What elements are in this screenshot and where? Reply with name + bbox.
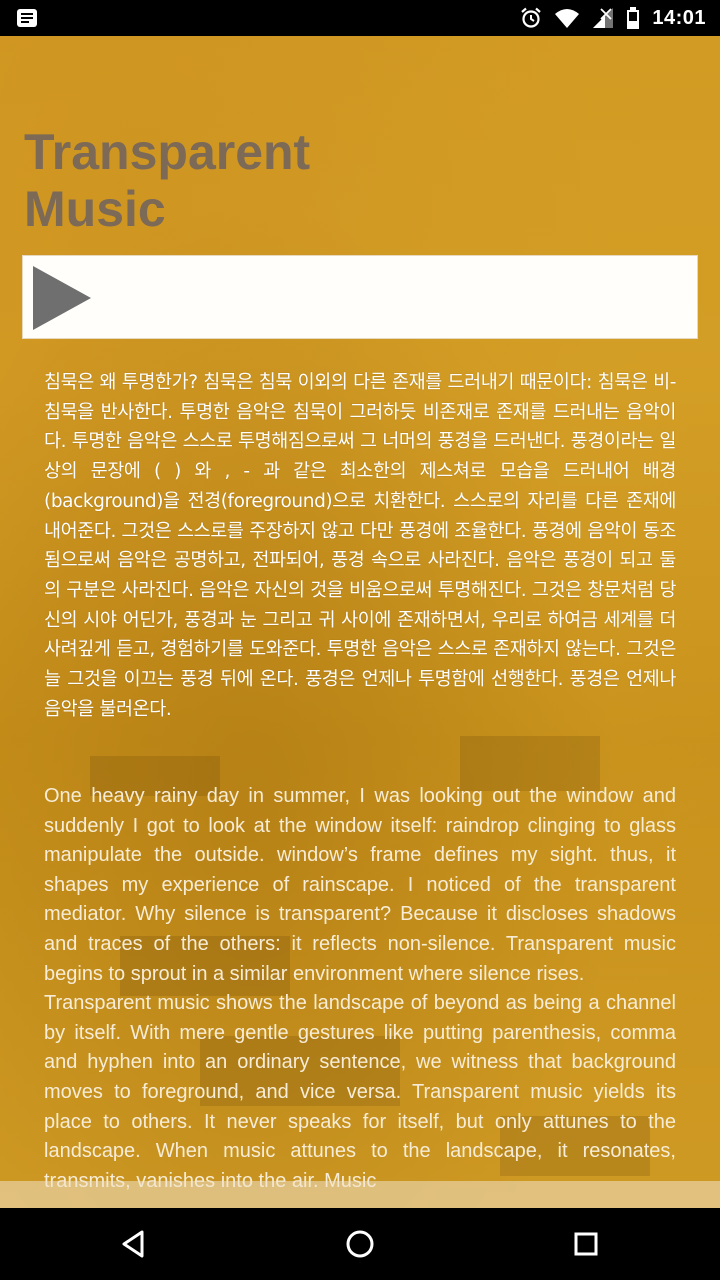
status-icons: 14:01 [520, 0, 706, 36]
english-text: One heavy rainy day in summer, I was loo… [44, 782, 676, 1196]
title-line-2: Music [24, 181, 166, 237]
navigation-bar [0, 1208, 720, 1280]
english-paragraph-1: One heavy rainy day in summer, I was loo… [44, 785, 676, 985]
korean-text: 침묵은 왜 투명한가? 침묵은 침묵 이외의 다른 존재를 드러내기 때문이다:… [44, 372, 676, 720]
battery-icon [627, 7, 640, 29]
alarm-icon [521, 7, 542, 28]
page-title: Transparent Music [24, 124, 384, 238]
wifi-icon [555, 9, 580, 28]
english-paragraph-2: Transparent music shows the landscape of… [44, 992, 676, 1192]
signal-icon [593, 8, 614, 28]
play-icon[interactable] [33, 266, 91, 330]
recents-icon[interactable] [568, 1226, 604, 1262]
bottom-fade [0, 1181, 720, 1208]
back-icon[interactable] [116, 1226, 152, 1262]
audio-player[interactable] [22, 255, 698, 339]
app-content[interactable]: Transparent Music 침묵은 왜 투명한가? 침묵은 침묵 이외의… [0, 36, 720, 1208]
status-bar: 14:01 [0, 0, 720, 36]
notification-icon [17, 9, 37, 27]
status-time: 14:01 [652, 6, 706, 29]
title-line-1: Transparent [24, 124, 311, 180]
home-icon[interactable] [342, 1226, 378, 1262]
